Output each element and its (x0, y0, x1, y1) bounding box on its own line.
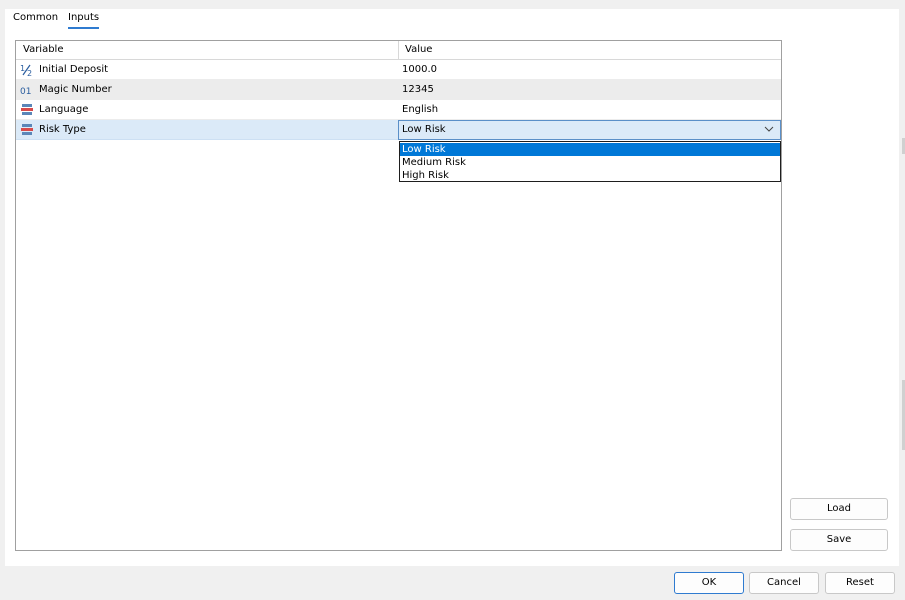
svg-text:2: 2 (27, 69, 32, 77)
load-button[interactable]: Load (790, 498, 888, 520)
variable-name: Initial Deposit (39, 64, 109, 75)
variable-name: Language (39, 104, 89, 115)
ok-button[interactable]: OK (674, 572, 744, 594)
table-row[interactable]: Language English (16, 100, 781, 120)
variable-name: Magic Number (39, 84, 112, 95)
cancel-button[interactable]: Cancel (749, 572, 819, 594)
chevron-down-icon[interactable] (764, 124, 774, 134)
table-row[interactable]: Risk Type Low Risk (16, 120, 781, 140)
fraction-icon: 1 2 (20, 63, 34, 77)
header-variable[interactable]: Variable (23, 41, 64, 59)
tab-common[interactable]: Common (13, 11, 58, 29)
integer-icon: 01 (20, 83, 34, 97)
inputs-table: Variable Value 1 2 Initial Deposit 1000.… (15, 40, 782, 551)
column-divider[interactable] (398, 41, 399, 60)
option-high-risk[interactable]: High Risk (400, 169, 780, 182)
variable-value[interactable]: 1000.0 (402, 60, 437, 80)
svg-text:1: 1 (20, 64, 25, 73)
enum-icon (20, 103, 34, 117)
option-medium-risk[interactable]: Medium Risk (400, 156, 780, 169)
header-value[interactable]: Value (405, 41, 432, 59)
risk-type-select[interactable]: Low Risk (398, 120, 781, 140)
option-low-risk[interactable]: Low Risk (400, 143, 780, 156)
reset-button[interactable]: Reset (825, 572, 895, 594)
svg-text:01: 01 (20, 87, 31, 97)
variable-value[interactable]: English (402, 100, 438, 120)
variable-name: Risk Type (39, 124, 86, 135)
table-header: Variable Value (16, 41, 781, 60)
inputs-dialog: Common Inputs Variable Value 1 2 Initial… (0, 0, 905, 600)
enum-icon (20, 123, 34, 137)
table-row[interactable]: 1 2 Initial Deposit 1000.0 (16, 60, 781, 80)
dropdown-options: Low Risk Medium Risk High Risk (399, 141, 781, 182)
save-button[interactable]: Save (790, 529, 888, 551)
variable-value[interactable]: 12345 (402, 80, 434, 100)
table-row[interactable]: 01 Magic Number 12345 (16, 80, 781, 100)
select-value: Low Risk (402, 124, 446, 135)
tab-inputs[interactable]: Inputs (68, 11, 100, 29)
